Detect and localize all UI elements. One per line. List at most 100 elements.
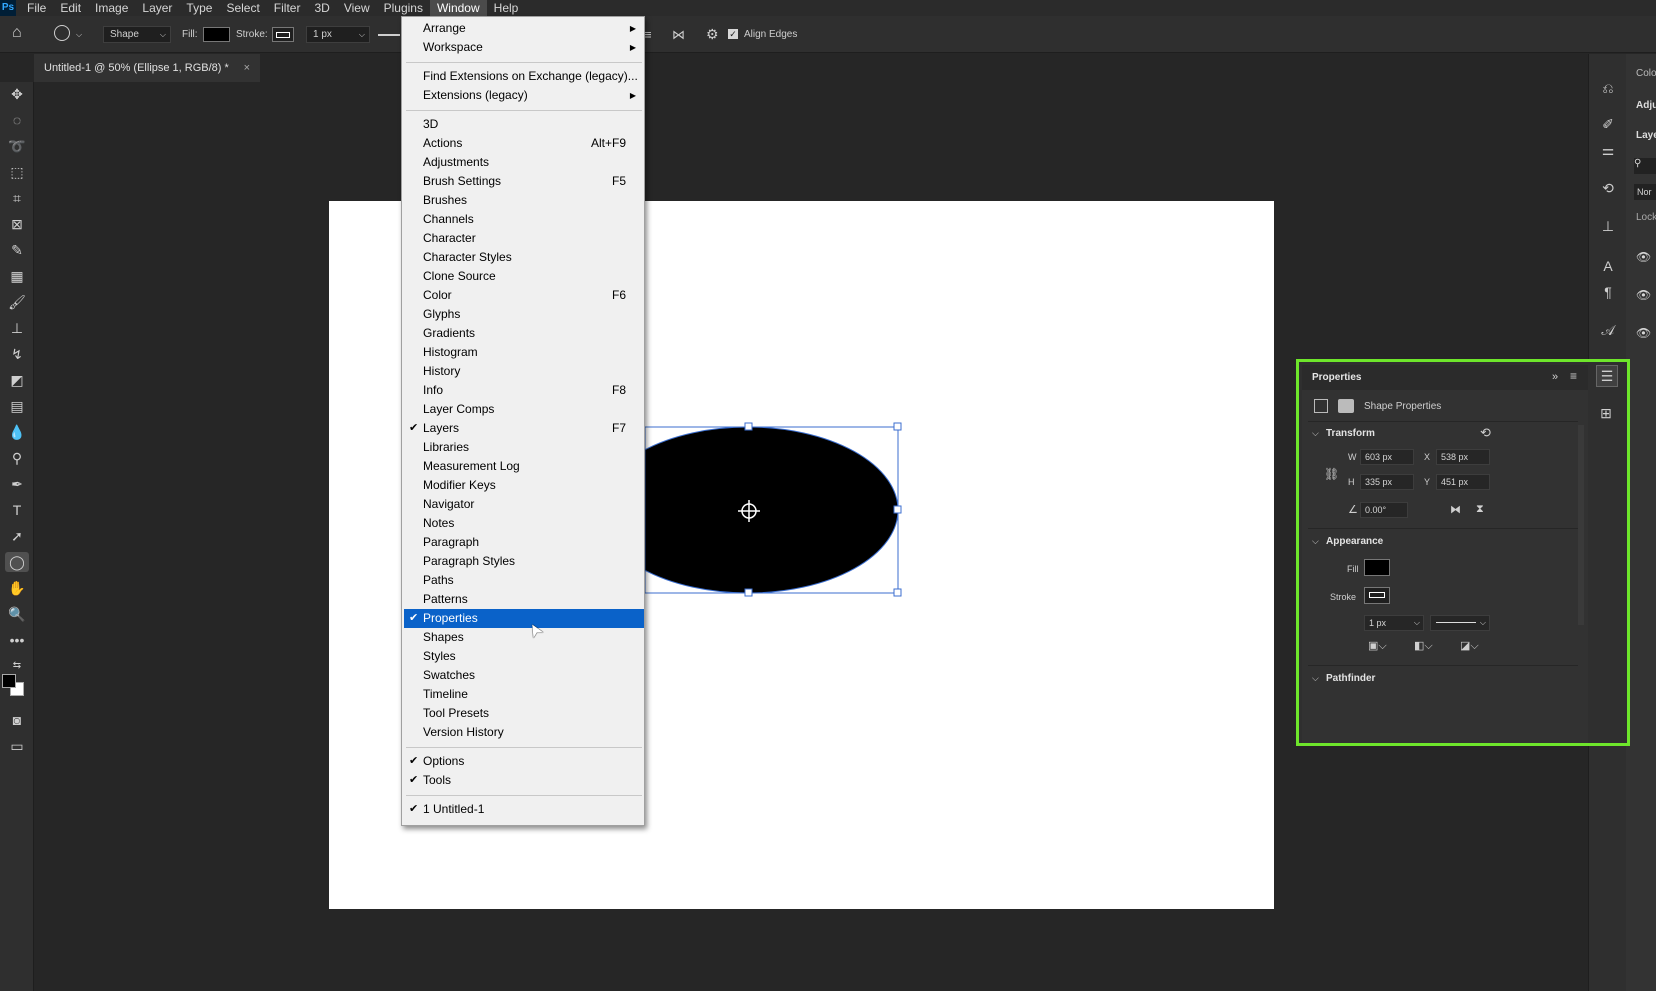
resize-handle-right[interactable] <box>893 505 902 514</box>
healing-brush-tool-icon[interactable]: ▦ <box>5 266 29 286</box>
window-menu-item-workspace[interactable]: Workspace ▶ <box>404 38 644 57</box>
glyphs-icon[interactable]: 𝒜 <box>1598 320 1618 340</box>
eyedropper-tool-icon[interactable]: ✎ <box>5 240 29 260</box>
panel-menu-icon[interactable]: ≡ <box>1570 369 1577 383</box>
window-menu-item-find-extensions-on-exchange-legacy[interactable]: Find Extensions on Exchange (legacy)... <box>404 67 644 86</box>
window-menu-item-tool-presets[interactable]: Tool Presets <box>404 704 644 723</box>
window-menu-item-paths[interactable]: Paths <box>404 571 644 590</box>
window-menu-item-adjustments[interactable]: Adjustments <box>404 153 644 172</box>
screen-mode-icon[interactable]: ▭ <box>5 736 29 756</box>
mask-icon[interactable] <box>1338 399 1354 413</box>
window-menu-item-notes[interactable]: Notes <box>404 514 644 533</box>
dodge-tool-icon[interactable]: ⚲ <box>5 448 29 468</box>
chevron-down-icon[interactable]: ⌵ <box>1312 673 1319 684</box>
stroke-align-icon[interactable]: ▣⌵ <box>1368 639 1387 653</box>
window-menu-item-properties[interactable]: ✔ Properties <box>404 609 644 628</box>
y-field[interactable]: 451 px <box>1436 474 1490 490</box>
adjustments-panel-tab[interactable]: Adju <box>1636 100 1656 111</box>
window-menu-item-patterns[interactable]: Patterns <box>404 590 644 609</box>
window-menu-item-tools[interactable]: ✔ Tools <box>404 771 644 790</box>
width-field[interactable]: 603 px <box>1360 449 1414 465</box>
crop-tool-icon[interactable]: ⌗ <box>5 188 29 208</box>
flip-horizontal-icon[interactable]: ⧓ <box>1450 503 1461 516</box>
resize-handle-top[interactable] <box>744 422 753 431</box>
clone-stamp-tool-icon[interactable]: ⊥ <box>5 318 29 338</box>
window-menu-item-brushes[interactable]: Brushes <box>404 191 644 210</box>
window-menu-item-paragraph[interactable]: Paragraph <box>404 533 644 552</box>
window-menu-item-extensions-legacy[interactable]: Extensions (legacy) ▶ <box>404 86 644 105</box>
quick-mask-icon[interactable]: ◙ <box>5 710 29 730</box>
history-brush-tool-icon[interactable]: ↯ <box>5 344 29 364</box>
resize-handle-bottom[interactable] <box>744 588 753 597</box>
window-menu-item-options[interactable]: ✔ Options <box>404 752 644 771</box>
window-menu-item-character[interactable]: Character <box>404 229 644 248</box>
x-field[interactable]: 538 px <box>1436 449 1490 465</box>
color-panel-tab[interactable]: Colo <box>1636 68 1656 79</box>
object-selection-tool-icon[interactable]: ⬚ <box>5 162 29 182</box>
eraser-tool-icon[interactable]: ◩ <box>5 370 29 390</box>
window-menu-item-3d[interactable]: 3D <box>404 115 644 134</box>
foreground-color-swatch[interactable] <box>2 674 16 688</box>
character-icon[interactable]: A <box>1598 256 1618 276</box>
chevron-down-icon[interactable]: ⌵ <box>1312 536 1319 547</box>
window-menu-item-actions[interactable]: Actions Alt+F9 <box>404 134 644 153</box>
properties-icon[interactable]: ☰ <box>1596 365 1618 387</box>
hand-tool-icon[interactable]: ✋ <box>5 578 29 598</box>
lasso-tool-icon[interactable]: ➰ <box>5 136 29 156</box>
window-menu-item-character-styles[interactable]: Character Styles <box>404 248 644 267</box>
resize-handle-bottom-right[interactable] <box>893 588 902 597</box>
window-menu-item-measurement-log[interactable]: Measurement Log <box>404 457 644 476</box>
blur-tool-icon[interactable]: 💧 <box>5 422 29 442</box>
move-tool-icon[interactable]: ✥ <box>5 84 29 104</box>
chevron-down-icon[interactable]: ⌵ <box>1312 428 1319 439</box>
link-icon[interactable]: ⛓ <box>1324 467 1339 481</box>
type-tool-icon[interactable]: T <box>5 500 29 520</box>
brush-tool-icon[interactable]: 🖌 <box>5 292 29 312</box>
window-menu-item-version-history[interactable]: Version History <box>404 723 644 742</box>
stroke-width-field[interactable]: 1 px ⌵ <box>1364 615 1424 631</box>
swap-colors-icon[interactable]: ⇆ <box>5 656 29 676</box>
clone-source-icon[interactable]: ⟲ <box>1598 178 1618 198</box>
frame-tool-icon[interactable]: ⊠ <box>5 214 29 234</box>
brush-settings-icon[interactable]: ✐ <box>1598 114 1618 134</box>
blend-mode-select[interactable]: Nor <box>1634 184 1656 200</box>
pen-tool-icon[interactable]: ✒ <box>5 474 29 494</box>
fill-swatch[interactable] <box>1364 559 1390 576</box>
window-menu-item-swatches[interactable]: Swatches <box>404 666 644 685</box>
window-menu-item-modifier-keys[interactable]: Modifier Keys <box>404 476 644 495</box>
layer-search-icon[interactable]: ⚲ <box>1634 158 1656 174</box>
properties-scrollbar[interactable] <box>1578 425 1584 625</box>
stroke-corner-icon[interactable]: ◪⌵ <box>1460 639 1479 653</box>
stroke-type-select[interactable]: ⌵ <box>1430 615 1490 631</box>
stroke-swatch[interactable] <box>1364 587 1390 604</box>
reset-transform-icon[interactable]: ⟲ <box>1480 425 1491 441</box>
window-menu-item-styles[interactable]: Styles <box>404 647 644 666</box>
adjustments-icon[interactable]: ⚌ <box>1598 140 1618 160</box>
window-menu-item-glyphs[interactable]: Glyphs <box>404 305 644 324</box>
window-menu-item-arrange[interactable]: Arrange ▶ <box>404 19 644 38</box>
eye-icon[interactable]: 👁 <box>1636 250 1651 264</box>
window-menu-item-paragraph-styles[interactable]: Paragraph Styles <box>404 552 644 571</box>
tool-presets-icon[interactable]: ⊥ <box>1598 216 1618 236</box>
window-menu-item-info[interactable]: Info F8 <box>404 381 644 400</box>
window-menu-item-channels[interactable]: Channels <box>404 210 644 229</box>
more-tools-icon[interactable]: ••• <box>5 630 29 650</box>
window-menu-item-gradients[interactable]: Gradients <box>404 324 644 343</box>
window-menu-item-clone-source[interactable]: Clone Source <box>404 267 644 286</box>
window-menu-item-1-untitled-1[interactable]: ✔ 1 Untitled-1 <box>404 800 644 819</box>
window-menu-item-libraries[interactable]: Libraries <box>404 438 644 457</box>
marquee-tool-icon[interactable]: ◌ <box>5 110 29 130</box>
layers-panel-tab[interactable]: Laye <box>1636 130 1656 141</box>
libraries-icon[interactable]: ⊞ <box>1596 403 1616 423</box>
eye-icon[interactable]: 👁 <box>1636 326 1651 340</box>
eye-icon[interactable]: 👁 <box>1636 288 1651 302</box>
stroke-cap-icon[interactable]: ◧⌵ <box>1414 639 1433 653</box>
window-menu-item-color[interactable]: Color F6 <box>404 286 644 305</box>
window-menu-item-timeline[interactable]: Timeline <box>404 685 644 704</box>
collapse-panel-icon[interactable]: » <box>1552 371 1558 383</box>
shape-live-icon[interactable] <box>1314 399 1328 413</box>
path-selection-tool-icon[interactable]: ➚ <box>5 526 29 546</box>
gradient-tool-icon[interactable]: ▤ <box>5 396 29 416</box>
window-menu-item-histogram[interactable]: Histogram <box>404 343 644 362</box>
ellipse-tool-icon[interactable]: ◯ <box>5 552 29 572</box>
